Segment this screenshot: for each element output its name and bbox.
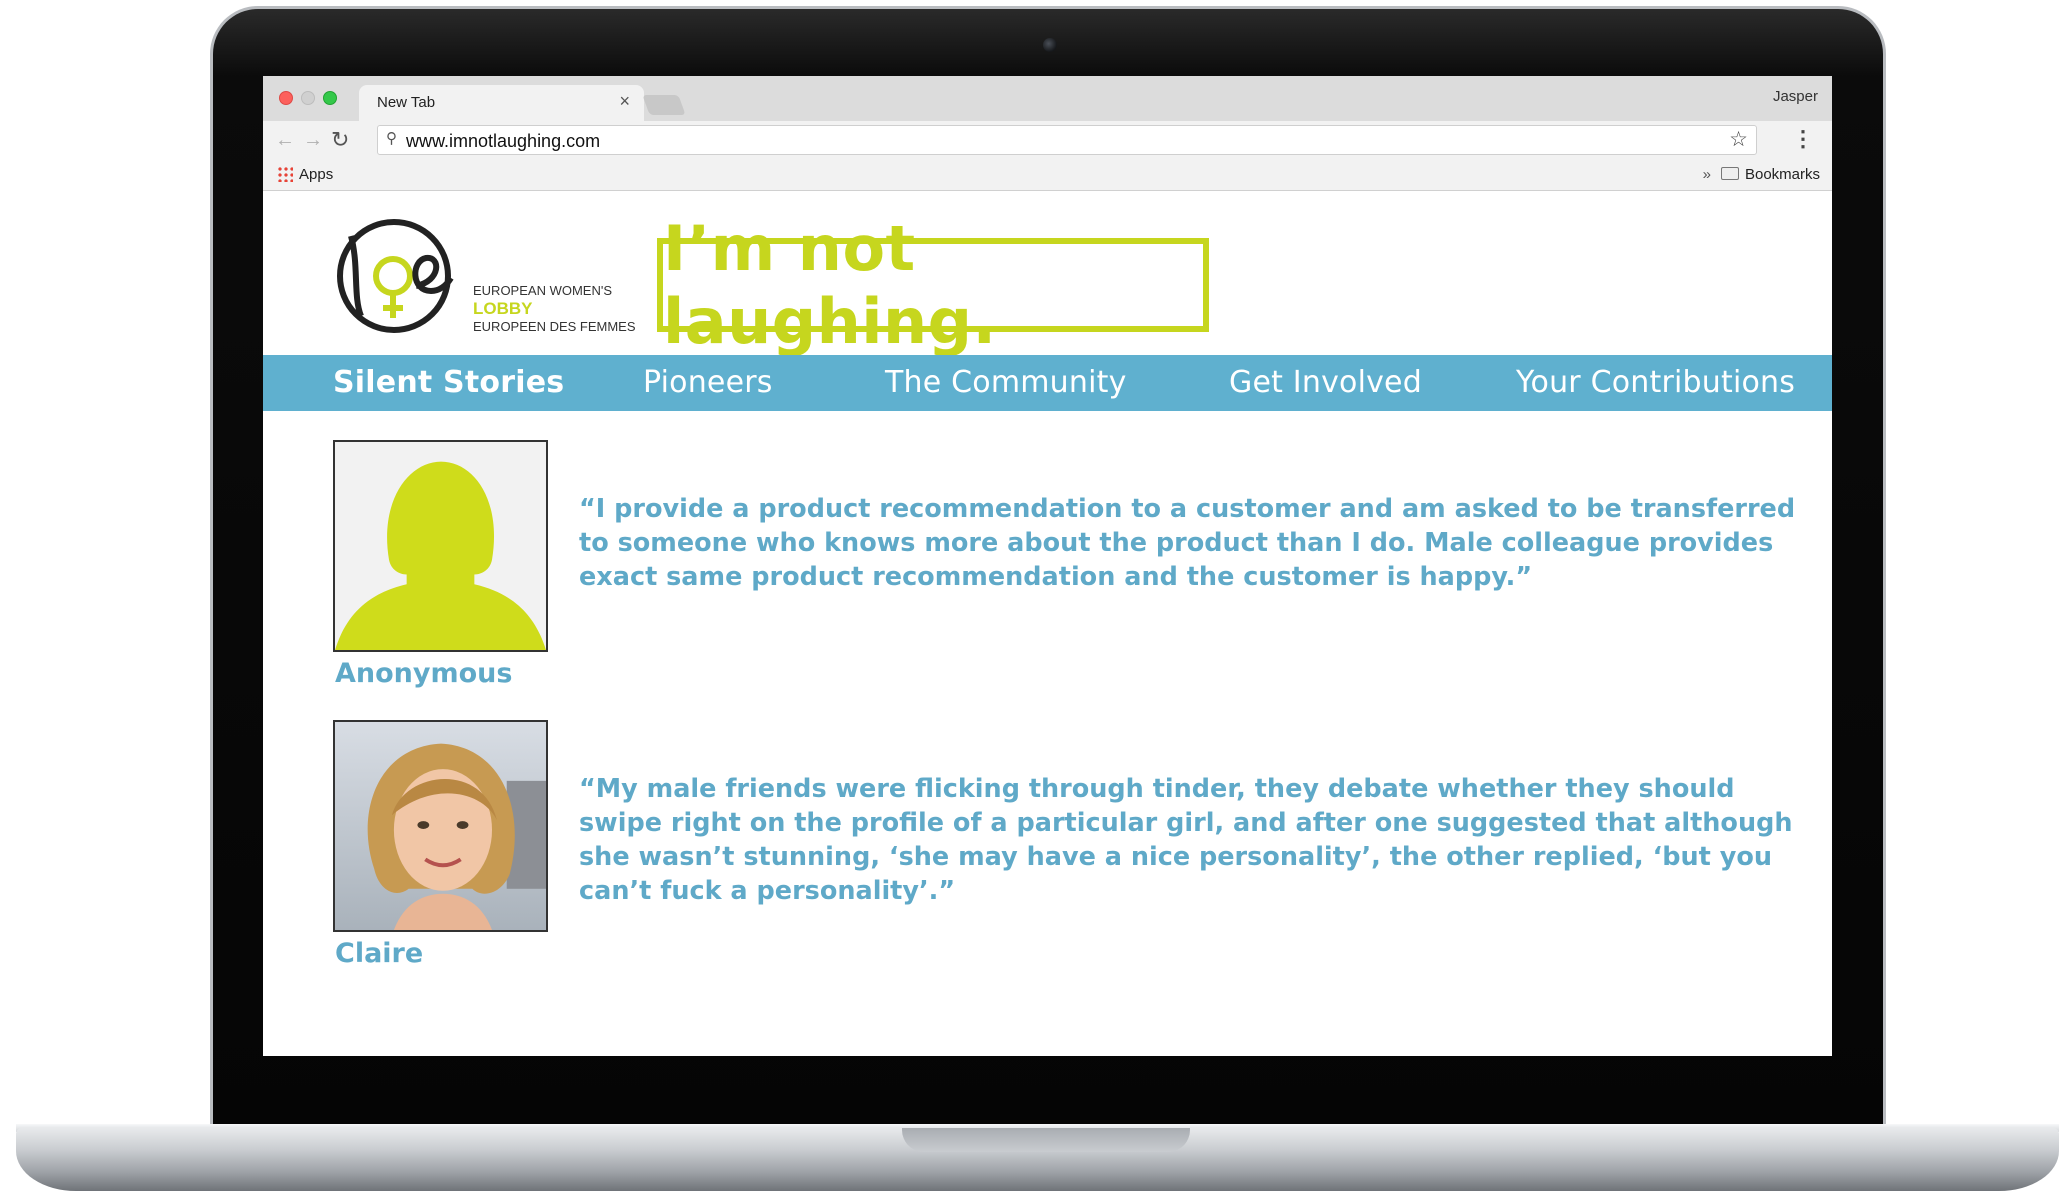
kebab-menu-icon[interactable]: ⋮ xyxy=(1792,126,1814,152)
org-name: EUROPEAN WOMEN'S LOBBY EUROPEEN DES FEMM… xyxy=(473,282,636,336)
portrait-photo xyxy=(335,722,546,930)
campaign-banner[interactable]: I’m not laughing. xyxy=(657,212,1209,358)
tab-close-icon[interactable]: × xyxy=(619,91,630,112)
person-name[interactable]: Anonymous xyxy=(335,658,512,689)
close-window-button[interactable] xyxy=(279,91,293,105)
search-icon: ⚲ xyxy=(386,130,397,147)
banner-title: I’m not laughing. xyxy=(663,212,997,358)
nav-the-community[interactable]: The Community xyxy=(885,365,1127,400)
minimize-window-button[interactable] xyxy=(301,91,315,105)
forward-arrow-icon[interactable]: → xyxy=(303,129,323,152)
nav-get-involved[interactable]: Get Involved xyxy=(1229,365,1422,400)
story-quote: “My male friends were flicking through t… xyxy=(579,774,1793,906)
url-text[interactable]: www.imnotlaughing.com xyxy=(406,131,600,152)
more-bookmarks-icon[interactable]: » xyxy=(1703,166,1711,183)
main-nav: Silent Stories Pioneers The Community Ge… xyxy=(263,355,1832,411)
bookmarks-folder[interactable]: » Bookmarks xyxy=(1703,166,1820,183)
avatar xyxy=(333,720,548,932)
back-arrow-icon[interactable]: ← xyxy=(275,129,295,152)
nav-your-contributions[interactable]: Your Contributions xyxy=(1516,365,1795,400)
tab-title: New Tab xyxy=(377,94,436,111)
apps-label: Apps xyxy=(299,166,334,183)
address-bar[interactable]: ⚲ www.imnotlaughing.com ☆ xyxy=(377,125,1757,155)
new-tab-button[interactable] xyxy=(642,95,686,115)
apps-shortcut[interactable]: Apps xyxy=(277,166,333,183)
nav-silent-stories[interactable]: Silent Stories xyxy=(333,365,564,400)
bookmark-star-icon[interactable]: ☆ xyxy=(1729,127,1748,152)
camera-icon xyxy=(1043,38,1057,52)
browser-toolbar: ← → ↻ ⚲ www.imnotlaughing.com ☆ ⋮ Apps »… xyxy=(263,121,1832,191)
folder-icon xyxy=(1720,167,1739,180)
maximize-window-button[interactable] xyxy=(323,91,337,105)
apps-grid-icon xyxy=(277,166,293,182)
browser-tab-bar: New Tab × Jasper xyxy=(263,76,1832,121)
person-silhouette-icon xyxy=(335,442,546,650)
org-name-line1: EUROPEAN WOMEN'S xyxy=(473,283,612,298)
person-name[interactable]: Claire xyxy=(335,938,423,969)
browser-tab[interactable]: New Tab × xyxy=(359,85,644,121)
story-quote: “I provide a product recommendation to a… xyxy=(579,494,1796,592)
profile-name[interactable]: Jasper xyxy=(1773,88,1818,105)
laptop-notch xyxy=(902,1128,1190,1152)
avatar-placeholder xyxy=(333,440,548,652)
bookmarks-label: Bookmarks xyxy=(1744,166,1820,183)
screen: New Tab × Jasper ← → ↻ ⚲ www.imnotlaughi… xyxy=(263,76,1832,1056)
org-name-line2: LOBBY xyxy=(473,299,533,318)
web-page: EUROPEAN WOMEN'S LOBBY EUROPEEN DES FEMM… xyxy=(263,192,1832,1056)
reload-icon[interactable]: ↻ xyxy=(331,127,349,153)
nav-pioneers[interactable]: Pioneers xyxy=(643,365,773,400)
ewl-logo-icon[interactable] xyxy=(331,216,461,338)
org-name-line3: EUROPEEN DES FEMMES xyxy=(473,319,636,334)
